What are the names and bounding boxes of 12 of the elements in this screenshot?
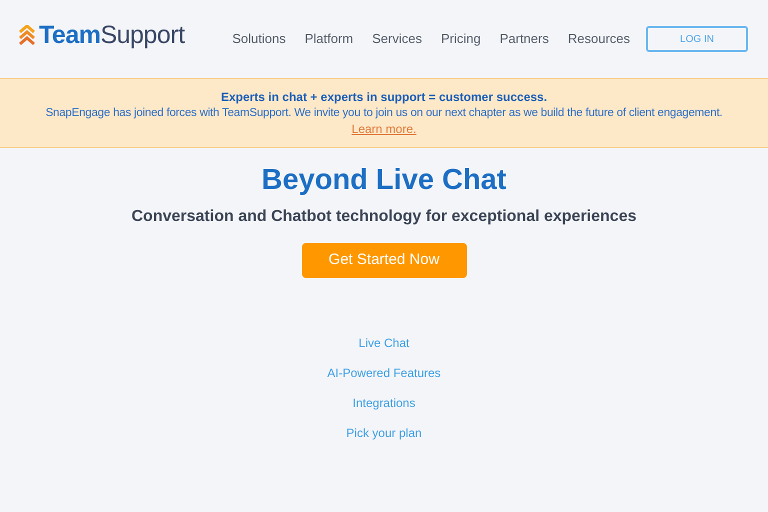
logo-icon [18,25,36,47]
nav-link[interactable]: Partners [500,29,549,49]
nav-link[interactable]: Services [372,29,422,49]
nav-link[interactable]: Resources [568,29,630,49]
hero-title: Beyond Live Chat [262,163,506,198]
nav-link[interactable]: Pricing [440,29,481,49]
nav-link[interactable]: Platform [304,29,354,49]
hero-subtitle: Conversation and Chatbot technology for exceptional experiences [132,207,636,227]
logo[interactable]: TeamSupport [39,17,185,55]
banner-headline: Experts in chat + experts in support = customer success. [220,89,548,105]
banner-message: SnapEngage has joined forces with TeamSupport. We invite you to join us on our next chapter as we build the future of client engagement. [46,106,722,121]
nav-link[interactable]: Solutions [232,29,286,49]
